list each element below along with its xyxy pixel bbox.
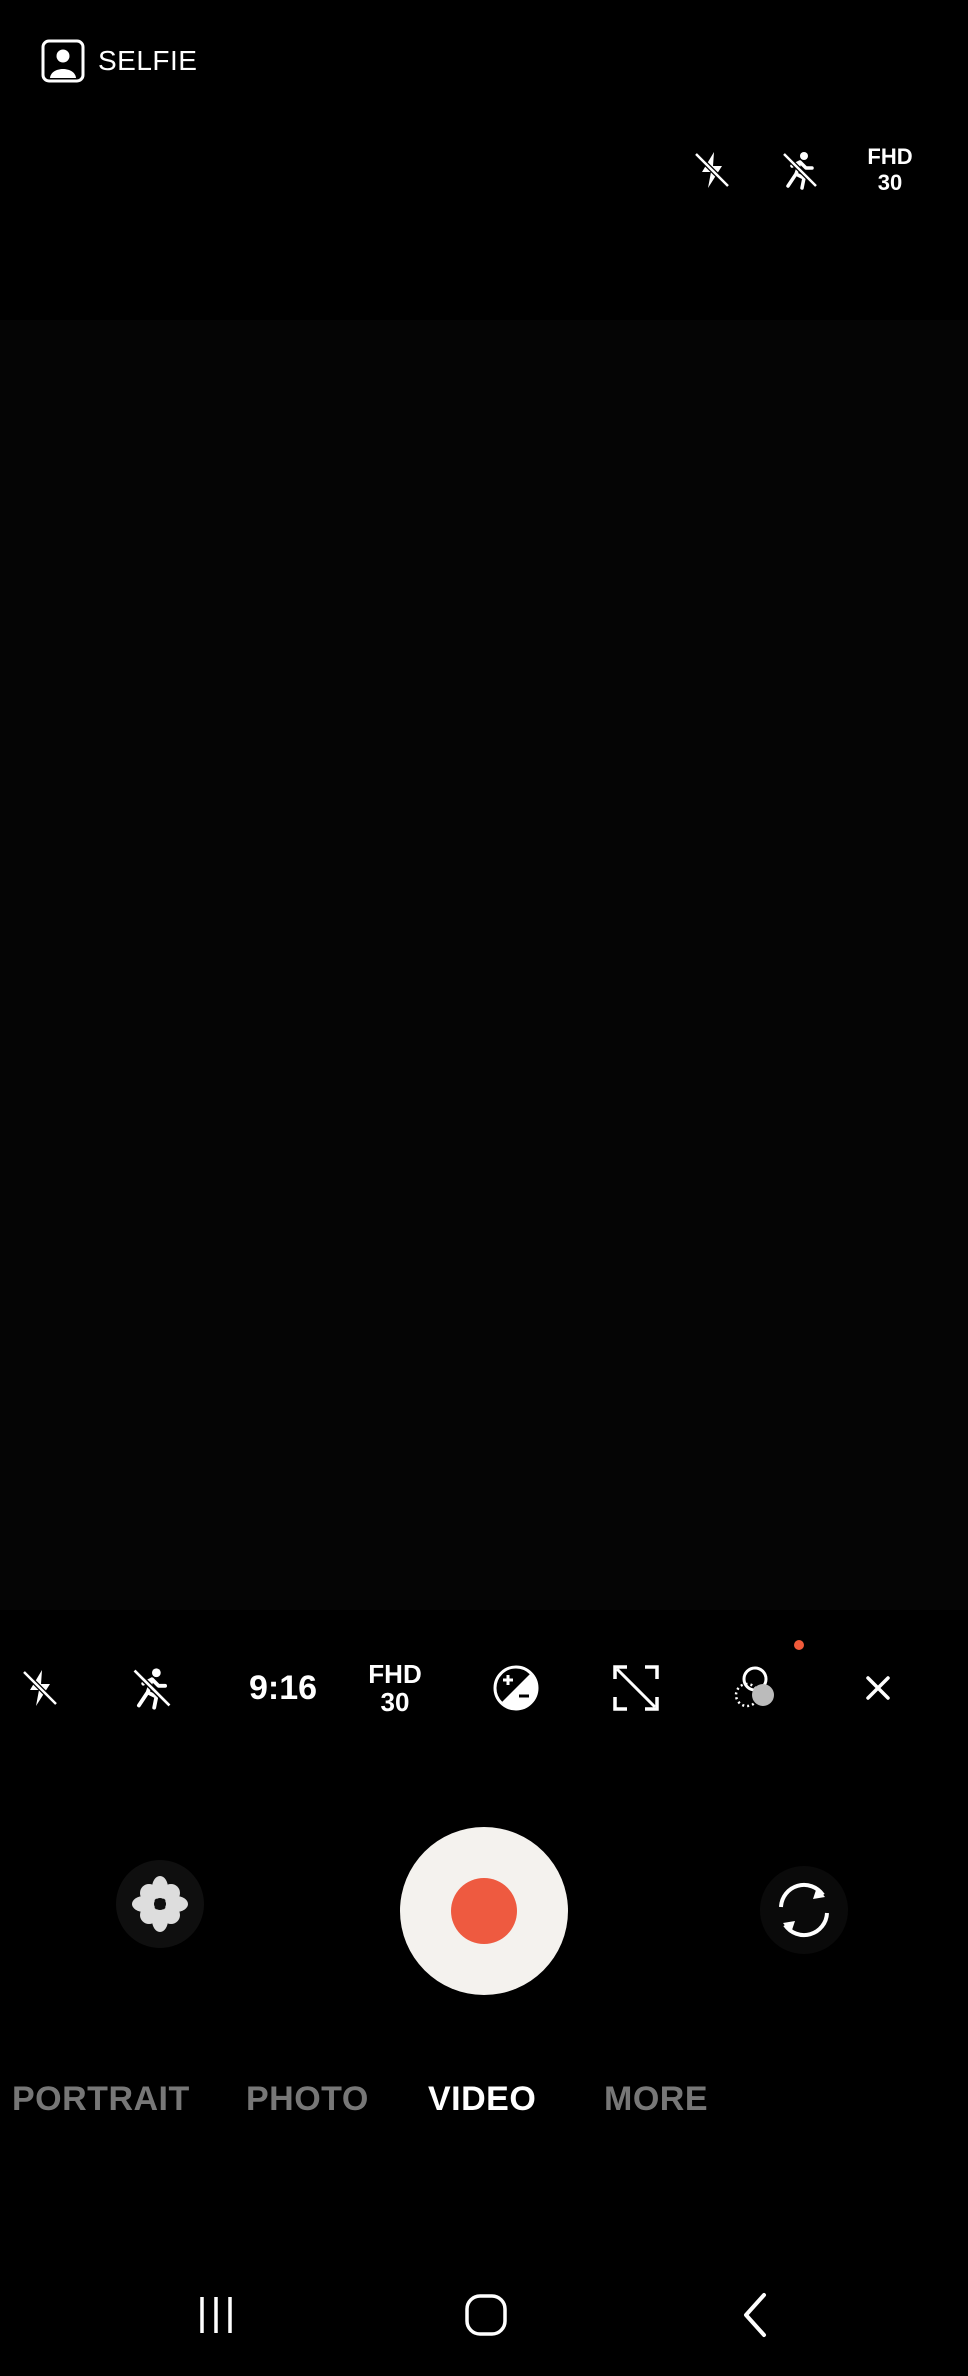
filter-icon <box>734 1666 774 1708</box>
system-navbar <box>0 2270 968 2360</box>
notification-dot <box>794 1640 804 1650</box>
record-dot <box>451 1878 517 1944</box>
fhd-label: FHD <box>368 1659 422 1689</box>
top-controls: FHD 30 <box>0 140 968 200</box>
resolution-button[interactable]: FHD 30 <box>358 1658 432 1718</box>
motion-off-icon <box>132 1668 172 1710</box>
filter-button[interactable] <box>720 1658 792 1718</box>
switch-camera-button[interactable] <box>760 1866 848 1954</box>
flash-off-icon <box>22 1670 58 1706</box>
mode-portrait[interactable]: PORTRAIT <box>12 2080 190 2119</box>
home-button[interactable] <box>446 2280 526 2350</box>
video-quality-button[interactable]: FHD 30 <box>860 140 920 200</box>
home-icon <box>465 2294 507 2336</box>
auto-framing-off-icon <box>613 1665 659 1711</box>
record-button[interactable] <box>400 1827 568 1995</box>
mode-video[interactable]: VIDEO <box>428 2080 536 2119</box>
close-icon <box>866 1676 890 1700</box>
motion-strip-button[interactable] <box>116 1658 188 1718</box>
recent-apps-icon <box>200 2297 232 2333</box>
mode-more[interactable]: MORE <box>604 2080 708 2119</box>
close-strip-button[interactable] <box>842 1658 914 1718</box>
flash-strip-button[interactable] <box>10 1658 70 1718</box>
flash-button[interactable] <box>682 140 742 200</box>
switch-camera-icon <box>779 1882 829 1938</box>
exposure-button[interactable] <box>480 1658 552 1718</box>
effects-button[interactable] <box>116 1860 204 1948</box>
fhd-label: FHD <box>867 144 913 169</box>
motion-button[interactable] <box>770 140 830 200</box>
settings-strip: 9:16 FHD 30 <box>0 1630 968 1746</box>
mode-selector: PORTRAIT PHOTO VIDEO MORE <box>0 2080 968 2140</box>
recent-apps-button[interactable] <box>176 2280 256 2350</box>
effects-flower-icon <box>132 1876 188 1932</box>
selfie-label: SELFIE <box>98 45 198 76</box>
fps-label: 30 <box>380 1687 410 1717</box>
mode-photo[interactable]: PHOTO <box>246 2080 369 2119</box>
exposure-icon <box>493 1665 539 1711</box>
back-button[interactable] <box>716 2280 796 2350</box>
selfie-toggle[interactable]: SELFIE <box>40 36 197 86</box>
fps-label: 30 <box>877 170 903 195</box>
flash-off-icon <box>694 152 730 188</box>
selfie-icon <box>41 39 85 83</box>
back-icon <box>744 2293 766 2337</box>
auto-framing-button[interactable] <box>600 1658 672 1718</box>
aspect-ratio-button[interactable]: 9:16 <box>238 1658 328 1718</box>
motion-off-icon <box>782 152 818 190</box>
camera-viewfinder[interactable] <box>0 320 968 1610</box>
